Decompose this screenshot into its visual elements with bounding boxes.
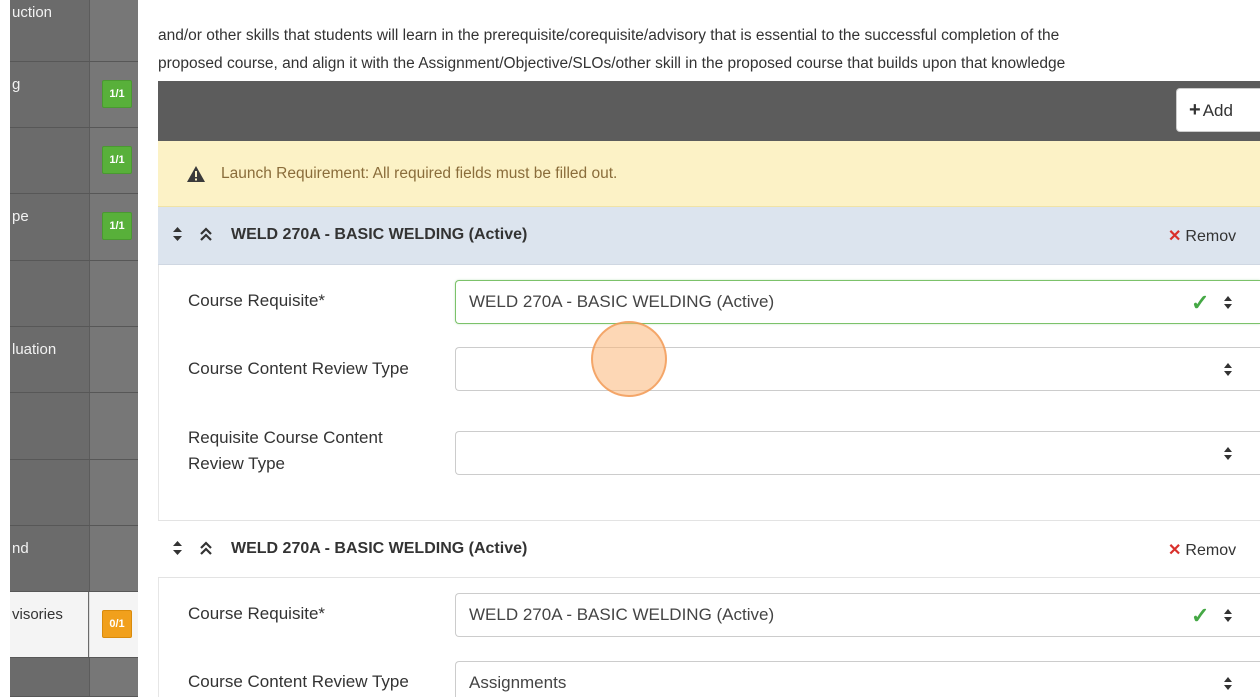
sort-arrows-icon[interactable] — [173, 541, 182, 555]
requisite-header: WELD 270A - BASIC WELDING (Active) ✕ Remo… — [158, 207, 1260, 265]
course-content-review-type-label: Course Content Review Type — [188, 672, 409, 691]
sidebar-item-count-cell — [89, 261, 138, 326]
sidebar-item-count-cell: 1/1 — [89, 194, 138, 260]
sidebar-item-label — [10, 460, 88, 525]
sidebar-item[interactable] — [10, 658, 138, 697]
sidebar-item-label: visories — [10, 592, 88, 657]
sidebar-item-label — [10, 393, 88, 459]
sidebar-item-label: pe — [12, 208, 29, 225]
course-content-review-type-label: Course Content Review Type — [188, 359, 409, 378]
sidebar-item[interactable] — [10, 393, 138, 460]
requisites-toolbar — [158, 81, 1260, 141]
course-requisite-label: Course Requisite* — [188, 291, 326, 310]
launch-requirement-alert: Launch Requirement: All required fields … — [158, 141, 1260, 207]
remove-label: Remov — [1185, 542, 1237, 559]
check-icon: ✓ — [1191, 603, 1210, 628]
sidebar-item-count-cell: 1/1 — [89, 62, 138, 127]
course-requisite-select[interactable]: WELD 270A - BASIC WELDING (Active) ✓ — [455, 593, 1260, 637]
chevron-double-up-icon[interactable] — [200, 541, 212, 555]
requisite-course-content-review-type-label: Requisite Course Content Review Type — [188, 425, 383, 477]
select-caret-icon — [1224, 363, 1232, 376]
chevron-double-up-icon[interactable] — [200, 227, 212, 241]
sidebar-item-label: luation — [12, 341, 57, 358]
sidebar-item[interactable]: pe 1/1 — [10, 194, 138, 261]
sidebar-item-count-cell — [89, 526, 138, 591]
sidebar-item-label: nd — [12, 540, 29, 557]
requisite-course-content-review-type-select[interactable] — [455, 431, 1260, 475]
select-caret-icon — [1224, 677, 1232, 690]
sidebar-item[interactable]: uction — [10, 0, 138, 62]
sidebar-item-count-cell: 1/1 — [89, 128, 138, 193]
check-icon: ✓ — [1191, 290, 1210, 315]
sort-arrows-icon[interactable] — [173, 227, 182, 241]
progress-badge: 1/1 — [102, 212, 132, 240]
select-value: WELD 270A - BASIC WELDING (Active) — [469, 292, 775, 311]
select-caret-icon — [1224, 609, 1232, 622]
progress-badge: 1/1 — [102, 146, 132, 174]
progress-badge: 0/1 — [102, 610, 132, 638]
label-line: Review Type — [188, 454, 286, 473]
sidebar-item-label — [10, 128, 88, 193]
plus-icon: + — [1189, 99, 1201, 121]
sidebar-item-label: g — [12, 76, 21, 93]
requisite-title: WELD 270A - BASIC WELDING (Active) — [231, 226, 528, 243]
sidebar-item-label — [10, 658, 88, 696]
requisite-header: WELD 270A - BASIC WELDING (Active) ✕ Remo… — [158, 520, 1260, 578]
add-requisite-button[interactable]: + Add — [1176, 88, 1260, 132]
sidebar-item-count-cell — [89, 393, 138, 459]
select-caret-icon — [1224, 296, 1232, 309]
instructions-text: proposed course, and align it with the A… — [158, 55, 1066, 72]
sidebar-item-label — [10, 261, 88, 326]
remove-requisite-button[interactable]: ✕ Remov — [1168, 226, 1236, 246]
sidebar-item-count-cell — [89, 460, 138, 525]
remove-requisite-button[interactable]: ✕ Remov — [1168, 540, 1236, 560]
alert-text: Launch Requirement: All required fields … — [221, 165, 618, 182]
sidebar-item-count-cell — [89, 0, 138, 61]
warning-triangle-icon — [187, 166, 205, 182]
progress-badge: 1/1 — [102, 80, 132, 108]
select-caret-icon — [1224, 447, 1232, 460]
course-content-review-type-select[interactable] — [455, 347, 1260, 391]
sidebar-item-label: uction — [12, 4, 53, 21]
remove-label: Remov — [1185, 228, 1237, 245]
label-line: Requisite Course Content — [188, 428, 383, 447]
sidebar-item[interactable]: nd — [10, 526, 138, 592]
sidebar-item[interactable] — [10, 460, 138, 526]
requisite-title: WELD 270A - BASIC WELDING (Active) — [231, 540, 528, 557]
sidebar-item-advisories[interactable]: visories 0/1 — [10, 592, 138, 658]
sidebar-item[interactable]: 1/1 — [10, 128, 138, 194]
select-value: Assignments — [469, 673, 567, 692]
sidebar-item-count-cell — [89, 658, 138, 696]
sidebar-item[interactable]: luation — [10, 327, 138, 393]
sidebar-item-count-cell: 0/1 — [89, 592, 138, 657]
course-requisite-label: Course Requisite* — [188, 604, 326, 623]
instructions-text: and/or other skills that students will l… — [158, 27, 1060, 44]
x-icon: ✕ — [1168, 228, 1182, 245]
add-button-label: Add — [1202, 101, 1233, 120]
select-value: WELD 270A - BASIC WELDING (Active) — [469, 605, 775, 624]
page: uction g 1/1 1/1 pe 1/1 luation nd visor… — [0, 0, 1260, 697]
sidebar-item[interactable]: g 1/1 — [10, 62, 138, 128]
x-icon: ✕ — [1168, 542, 1182, 559]
sidebar-item-count-cell — [89, 327, 138, 392]
click-highlight — [591, 321, 667, 397]
sidebar-item[interactable] — [10, 261, 138, 327]
sidebar-nav: uction g 1/1 1/1 pe 1/1 luation nd visor… — [10, 0, 138, 697]
course-content-review-type-select[interactable]: Assignments — [455, 661, 1260, 697]
course-requisite-select[interactable]: WELD 270A - BASIC WELDING (Active) ✓ — [455, 280, 1260, 324]
